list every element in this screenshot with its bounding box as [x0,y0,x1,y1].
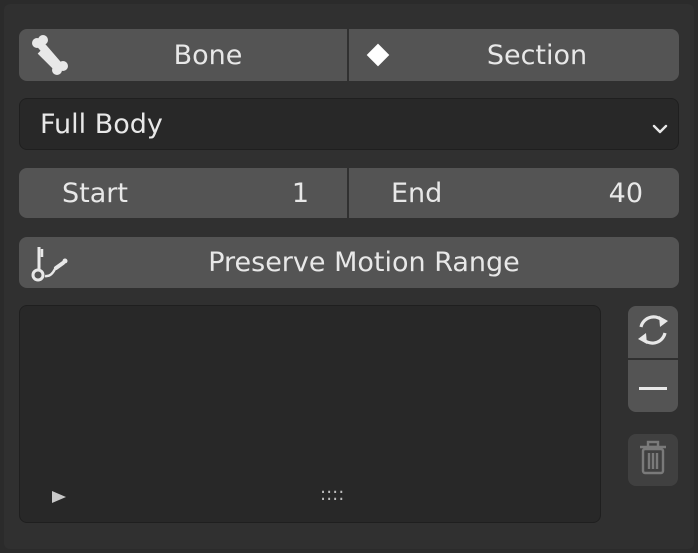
section-list[interactable]: :::: [19,305,601,523]
remove-button[interactable] [628,360,678,412]
body-part-selected: Full Body [40,108,163,140]
bone-mode-label: Bone [173,39,243,71]
refresh-button[interactable] [628,306,678,358]
play-triangle-icon[interactable] [50,489,68,509]
preserve-motion-label: Preserve Motion Range [208,247,520,278]
start-label: Start [62,177,128,209]
section-mode-button[interactable]: Section [349,29,679,81]
start-value: 1 [291,177,309,209]
list-resize-grip[interactable]: :::: [320,484,344,505]
chevron-down-icon [650,115,670,146]
minus-icon [638,377,668,396]
end-frame-field[interactable]: End 40 [349,168,679,218]
body-part-dropdown[interactable]: Full Body [19,98,679,150]
end-value: 40 [608,177,643,209]
end-label: End [391,177,443,209]
section-mode-label: Section [486,39,588,71]
start-frame-field[interactable]: Start 1 [19,168,347,218]
refresh-icon [633,310,673,354]
trash-icon [637,440,669,480]
bone-mode-button[interactable]: Bone [19,29,347,81]
preserve-motion-range-button[interactable]: Preserve Motion Range [19,237,679,288]
delete-button[interactable] [628,434,678,486]
